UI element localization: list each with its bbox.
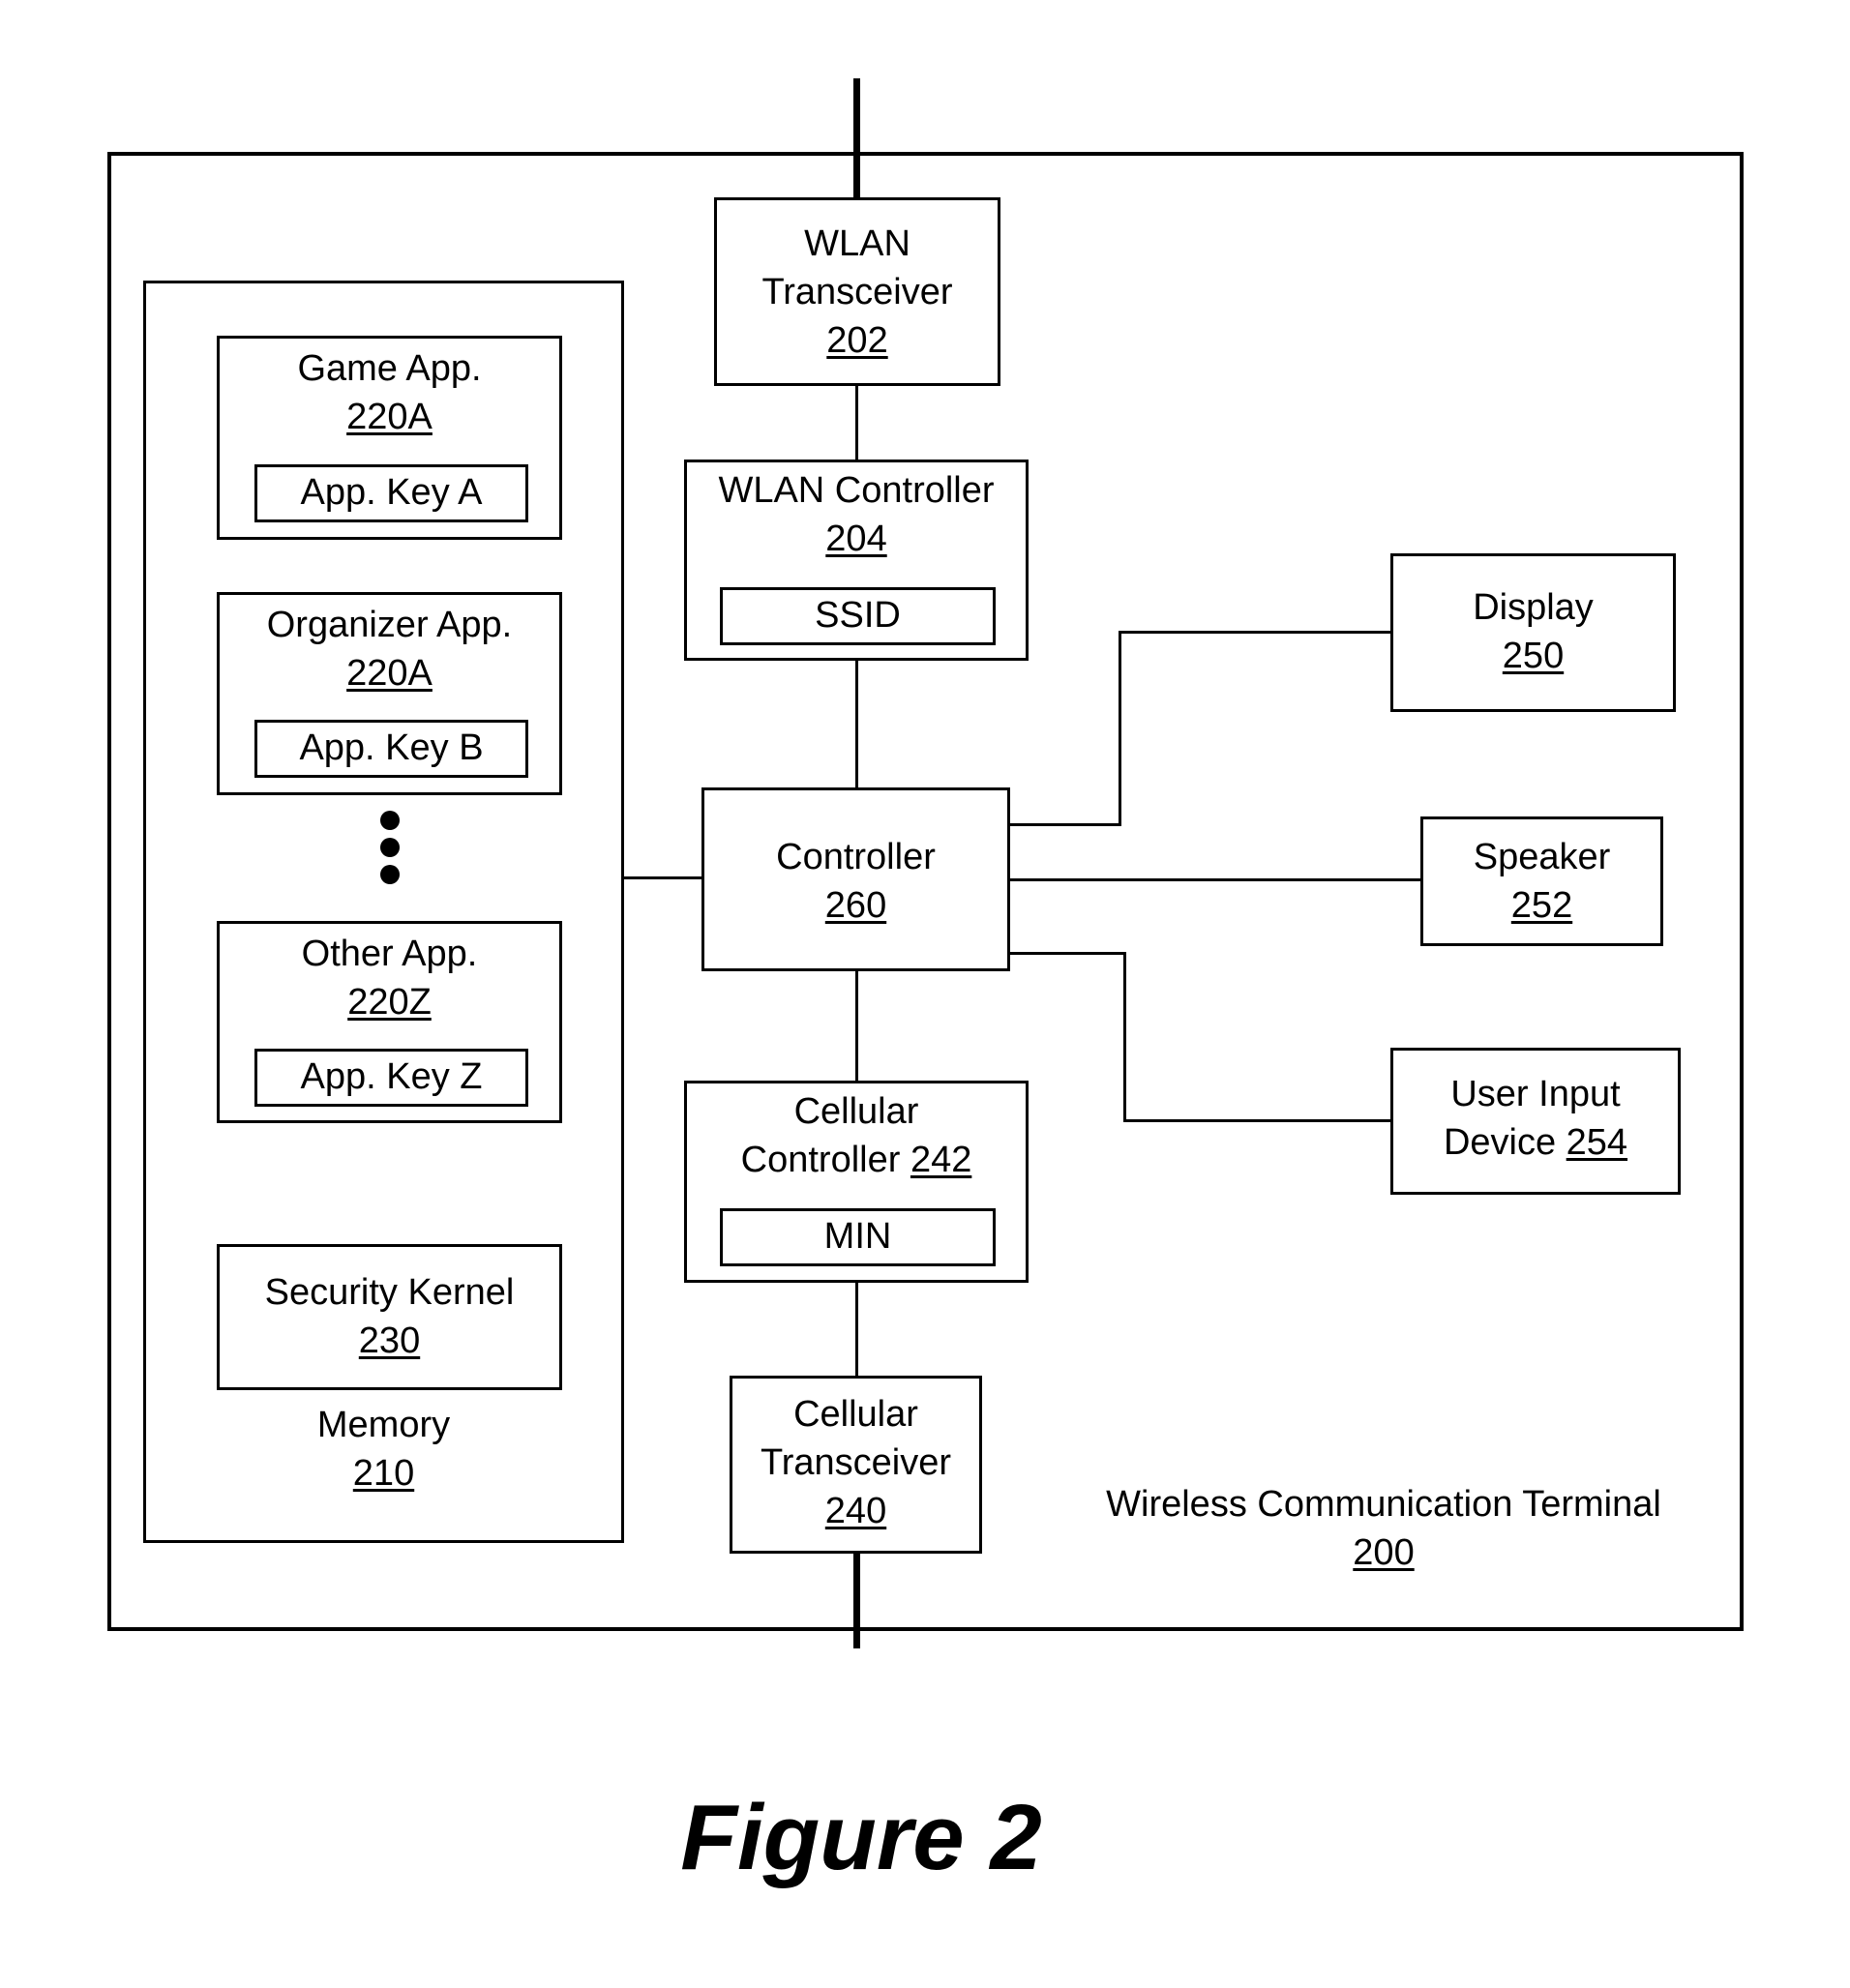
cellular-antenna-line (853, 1552, 860, 1648)
security-kernel-name: Security Kernel (264, 1272, 515, 1313)
memory-label: Memory (316, 1405, 451, 1445)
security-kernel-ref: 230 (358, 1320, 421, 1361)
cellular-transceiver-block: Cellular Transceiver 240 (730, 1376, 982, 1554)
controller-block: Controller 260 (701, 787, 1010, 971)
cellular-controller-block: Cellular Controller 242 MIN (684, 1081, 1029, 1283)
cellular-controller-line2: Controller 242 (687, 1136, 1026, 1184)
ssid-field: SSID (720, 587, 996, 645)
wire-controller-cellular-controller (855, 971, 858, 1082)
memory-ref: 210 (352, 1453, 415, 1494)
wire-controller-input-b (1123, 952, 1126, 1121)
wire-controller-display-b (1119, 631, 1121, 826)
organizer-app-ref: 220A (346, 653, 433, 694)
ellipsis-dot (380, 865, 400, 884)
min-field: MIN (720, 1208, 996, 1266)
ellipsis-dot (380, 811, 400, 830)
app-key-b: App. Key B (254, 720, 528, 778)
game-app-name: Game App. (297, 348, 482, 389)
security-kernel-block: Security Kernel 230 (217, 1244, 562, 1390)
display-name: Display (1473, 587, 1594, 628)
cellular-controller-line1: Cellular (793, 1091, 919, 1132)
user-input-line2: Device 254 (1393, 1118, 1678, 1167)
organizer-app-name: Organizer App. (266, 605, 513, 645)
wire-controller-speaker (1010, 878, 1421, 881)
wire-memory-controller (624, 876, 702, 879)
wlan-antenna-line (853, 78, 860, 198)
controller-name: Controller (776, 837, 936, 877)
game-app-block: Game App. 220A App. Key A (217, 336, 562, 540)
wlan-controller-block: WLAN Controller 204 SSID (684, 460, 1029, 661)
terminal-ref: 200 (1353, 1532, 1415, 1573)
wire-controller-input-a (1010, 952, 1126, 955)
cellular-transceiver-line1: Cellular (793, 1394, 918, 1435)
cellular-controller-ref: 242 (910, 1140, 972, 1180)
speaker-block: Speaker 252 (1420, 816, 1663, 946)
wire-cellular-controller-transceiver (855, 1283, 858, 1377)
other-app-ref: 220Z (347, 982, 432, 1023)
wire-wlan-controller-controller (855, 661, 858, 788)
wire-wlan-transceiver-controller (855, 386, 858, 460)
figure-title: Figure 2 (680, 1786, 1042, 1889)
controller-ref: 260 (824, 885, 887, 926)
wire-controller-input-c (1123, 1119, 1391, 1122)
app-key-z: App. Key Z (254, 1049, 528, 1107)
game-app-ref: 220A (346, 397, 433, 437)
ellipsis-dot (380, 838, 400, 857)
wlan-transceiver-line2: Transceiver (761, 272, 953, 312)
cellular-transceiver-line2: Transceiver (760, 1442, 952, 1483)
user-input-label: Device (1443, 1122, 1557, 1163)
user-input-ref: 254 (1566, 1122, 1628, 1163)
wlan-transceiver-block: WLAN Transceiver 202 (714, 197, 1000, 386)
wlan-controller-ref: 204 (825, 519, 887, 559)
wlan-transceiver-ref: 202 (826, 320, 888, 361)
display-ref: 250 (1502, 636, 1565, 676)
speaker-name: Speaker (1473, 837, 1611, 877)
terminal-label: Wireless Communication Terminal (1106, 1484, 1661, 1525)
organizer-app-block: Organizer App. 220A App. Key B (217, 592, 562, 795)
cellular-controller-label: Controller (740, 1140, 901, 1180)
cellular-transceiver-ref: 240 (824, 1491, 887, 1531)
wlan-transceiver-line1: WLAN (804, 223, 910, 264)
speaker-ref: 252 (1510, 885, 1573, 926)
other-app-name: Other App. (301, 934, 478, 974)
wire-controller-display-c (1119, 631, 1391, 634)
wlan-controller-name: WLAN Controller (718, 470, 995, 511)
display-block: Display 250 (1390, 553, 1676, 712)
user-input-device-block: User Input Device 254 (1390, 1048, 1681, 1195)
wire-controller-display-a (1010, 823, 1121, 826)
user-input-line1: User Input (1450, 1074, 1621, 1114)
app-key-a: App. Key A (254, 464, 528, 522)
other-app-block: Other App. 220Z App. Key Z (217, 921, 562, 1123)
